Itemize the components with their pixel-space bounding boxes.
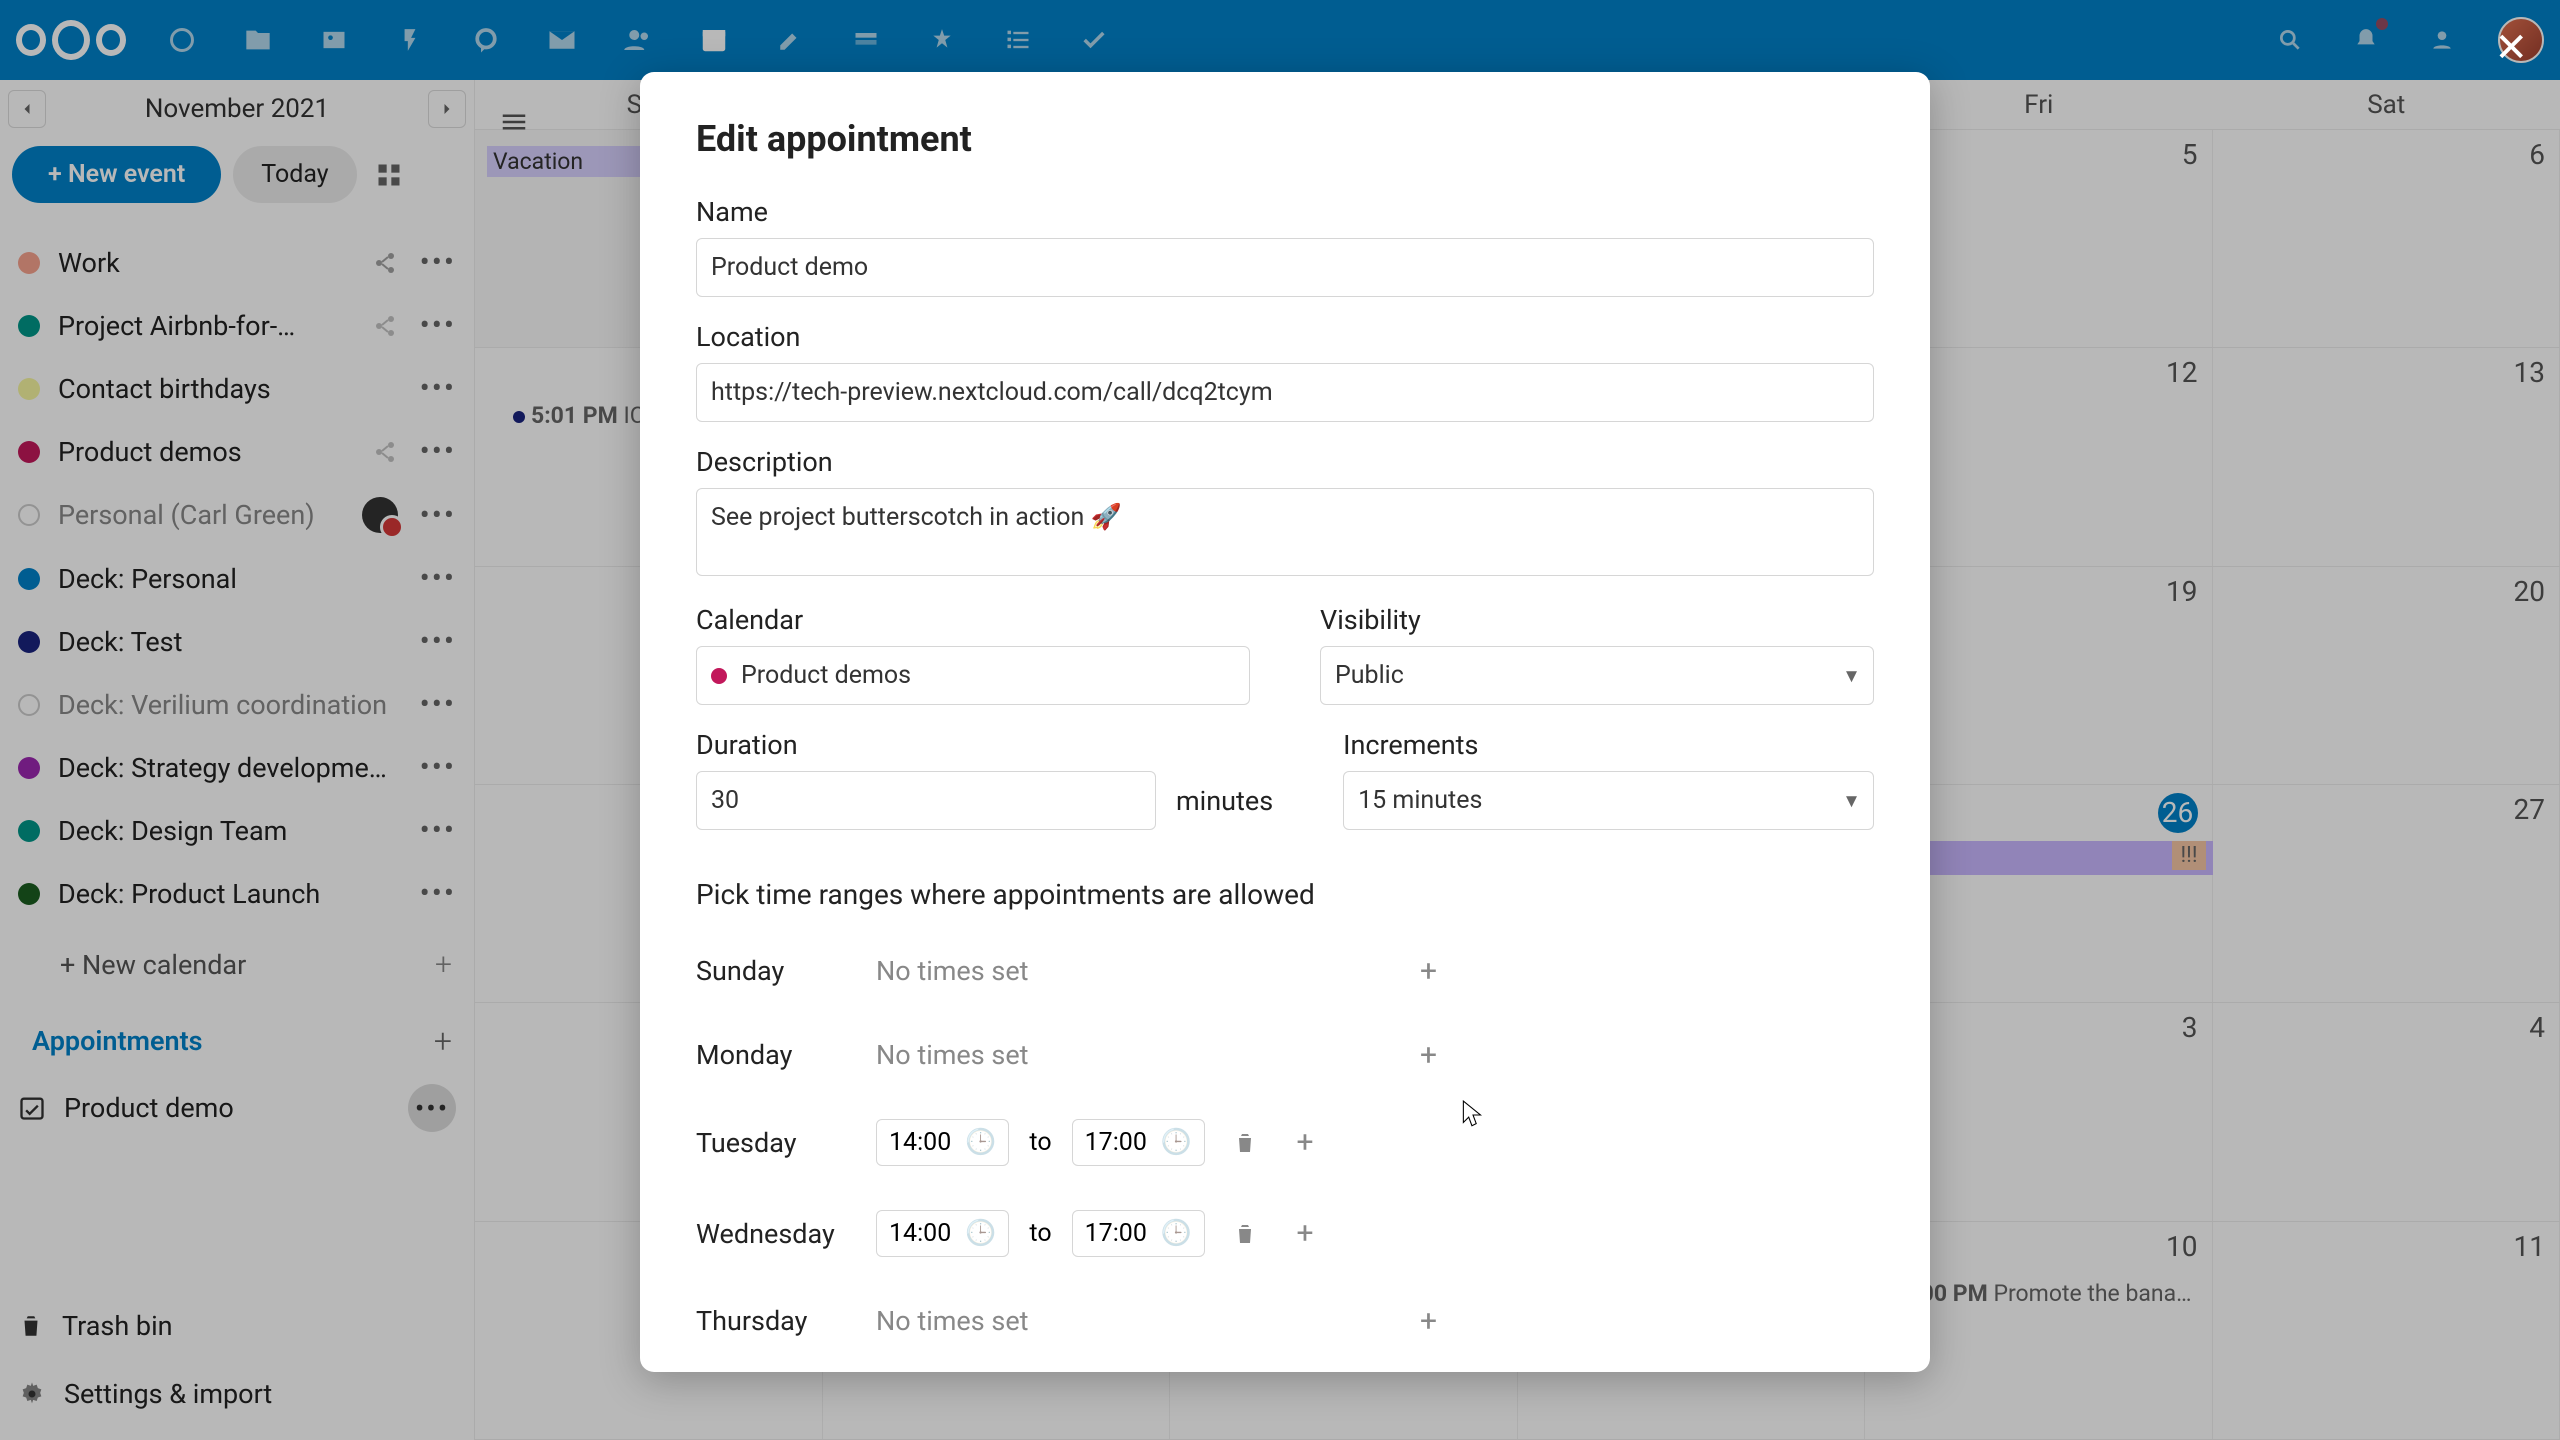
clock-icon: 🕒	[965, 1219, 996, 1248]
name-input[interactable]	[696, 238, 1874, 297]
close-modal-icon[interactable]: ✕	[2494, 24, 2528, 71]
delete-range-icon[interactable]	[1225, 1123, 1265, 1163]
time-ranges-title: Pick time ranges where appointments are …	[696, 878, 1874, 911]
to-label: to	[1029, 1219, 1051, 1248]
clock-icon: 🕒	[965, 1128, 996, 1157]
time-to-input[interactable]: 17:00🕒	[1072, 1210, 1205, 1257]
time-range-row: Wednesday 14:00🕒 to 17:00🕒 +	[696, 1188, 1874, 1279]
day-name: Sunday	[696, 955, 856, 987]
day-name: Wednesday	[696, 1218, 856, 1250]
day-name: Tuesday	[696, 1127, 856, 1159]
time-range-row: Tuesday 14:00🕒 to 17:00🕒 +	[696, 1097, 1874, 1188]
no-times-label: No times set	[876, 955, 1028, 987]
visibility-label: Visibility	[1320, 604, 1874, 636]
description-label: Description	[696, 446, 1874, 478]
location-label: Location	[696, 321, 1874, 353]
time-to-input[interactable]: 17:00🕒	[1072, 1119, 1205, 1166]
modal-title: Edit appointment	[696, 118, 1874, 160]
time-range-row: Monday No times set +	[696, 1013, 1874, 1097]
time-range-row: Thursday No times set +	[696, 1279, 1874, 1363]
description-input[interactable]	[696, 488, 1874, 576]
increments-select[interactable]: 15 minutes ▾	[1343, 771, 1874, 830]
location-input[interactable]	[696, 363, 1874, 422]
time-from-input[interactable]: 14:00🕒	[876, 1119, 1009, 1166]
chevron-down-icon: ▾	[1846, 788, 1857, 813]
clock-icon: 🕒	[1161, 1219, 1192, 1248]
time-range-row: Sunday No times set +	[696, 929, 1874, 1013]
chevron-down-icon: ▾	[1846, 663, 1857, 688]
calendar-select[interactable]: Product demos	[696, 646, 1250, 705]
day-name: Monday	[696, 1039, 856, 1071]
duration-label: Duration	[696, 729, 1273, 761]
visibility-select[interactable]: Public ▾	[1320, 646, 1874, 705]
edit-appointment-modal: Edit appointment Name Location Descripti…	[640, 72, 1930, 1372]
add-range-icon[interactable]: +	[1408, 951, 1448, 991]
calendar-label: Calendar	[696, 604, 1250, 636]
clock-icon: 🕒	[1161, 1128, 1192, 1157]
time-from-input[interactable]: 14:00🕒	[876, 1210, 1009, 1257]
increments-label: Increments	[1343, 729, 1874, 761]
no-times-label: No times set	[876, 1039, 1028, 1071]
duration-input[interactable]	[696, 771, 1156, 830]
delete-range-icon[interactable]	[1225, 1214, 1265, 1254]
duration-unit: minutes	[1176, 785, 1273, 817]
add-range-icon[interactable]: +	[1285, 1214, 1325, 1254]
name-label: Name	[696, 196, 1874, 228]
no-times-label: No times set	[876, 1305, 1028, 1337]
day-name: Thursday	[696, 1305, 856, 1337]
add-range-icon[interactable]: +	[1408, 1035, 1448, 1075]
add-range-icon[interactable]: +	[1285, 1123, 1325, 1163]
add-range-icon[interactable]: +	[1408, 1301, 1448, 1341]
to-label: to	[1029, 1128, 1051, 1157]
